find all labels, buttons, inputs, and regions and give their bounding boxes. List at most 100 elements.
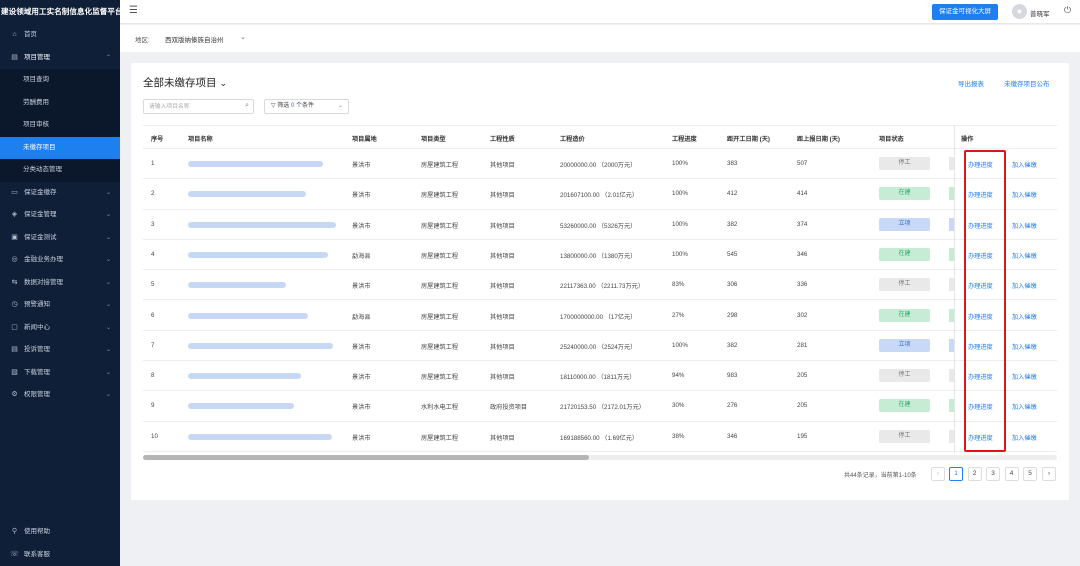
chevron-down-icon[interactable]: ⌄	[240, 33, 246, 41]
avatar[interactable]: ●	[1012, 4, 1027, 19]
main-card: 全部未缴存项目⌄ 导出报表 未缴存项目公布 ⌕ ▽ 筛选 0 个条件 ⌄ 序号项…	[131, 63, 1069, 500]
project-name-redacted[interactable]	[188, 342, 333, 349]
shield-icon: ◈	[11, 211, 18, 218]
add-urge-link[interactable]: 加入催缴	[1012, 312, 1037, 321]
days-since-report: 205	[797, 372, 808, 380]
region-select[interactable]: 西双版纳傣族自治州	[165, 34, 224, 44]
pagination-summary: 共44条记录，当前第1-10条	[844, 473, 917, 479]
sidebar-item-10[interactable]: ◎ 金融业务办理 ⌄	[0, 249, 120, 272]
sidebar-item-7[interactable]: ▭ 保证金缴存 ⌄	[0, 182, 120, 205]
project-cost: 20000000.00 （2000万元）	[560, 162, 637, 169]
project-region: 景洪市	[352, 343, 371, 351]
scrollbar-thumb[interactable]	[143, 455, 589, 460]
page-button[interactable]: 2	[967, 467, 982, 481]
row-index: 5	[151, 281, 155, 289]
project-progress: 100%	[672, 341, 688, 349]
add-urge-link[interactable]: 加入催缴	[1012, 251, 1037, 260]
sidebar-item-4[interactable]: 项目审核	[0, 114, 120, 137]
sidebar-item-3[interactable]: 劳酬费用	[0, 91, 120, 114]
table-row: 7 景洪市 房屋建筑工程 其他项目 25240000.00 （2524万元） 100% 38…	[143, 331, 1057, 362]
add-urge-link[interactable]: 加入催缴	[1012, 190, 1037, 199]
sidebar-item-label: 保证金测试	[24, 233, 57, 241]
power-icon[interactable]: ⏻	[1064, 5, 1071, 16]
publish-unpaid-link[interactable]: 未缴存项目公布	[1004, 78, 1050, 88]
add-urge-link[interactable]: 加入催缴	[1012, 160, 1037, 169]
prev-page-button[interactable]: ‹	[931, 467, 945, 481]
project-cost: 53260000.00 （5326万元）	[560, 222, 637, 230]
project-name-redacted[interactable]	[188, 312, 308, 319]
days-since-report: 195	[797, 432, 808, 440]
sidebar-item-label: 联系客服	[24, 550, 50, 558]
project-region: 景洪市	[352, 374, 371, 382]
sidebar-item-15[interactable]: ▧ 下载管理 ⌄	[0, 362, 120, 385]
add-urge-link[interactable]: 加入催缴	[1012, 342, 1037, 351]
sidebar-item-label: 项目管理	[24, 53, 50, 61]
page-title[interactable]: 全部未缴存项目 ⌄	[143, 75, 227, 90]
days-since-start: 545	[727, 250, 738, 258]
project-name-redacted[interactable]	[188, 373, 301, 380]
add-urge-link[interactable]: 加入催缴	[1012, 372, 1037, 381]
page-button[interactable]: 4	[1004, 467, 1019, 481]
add-urge-link[interactable]: 加入催缴	[1012, 281, 1037, 290]
days-since-start: 306	[727, 281, 738, 289]
sidebar-item-16[interactable]: ⚙ 权限管理 ⌄	[0, 384, 120, 407]
project-region: 景洪市	[352, 434, 371, 442]
menu-toggle-icon[interactable]: ☰	[129, 5, 138, 16]
days-since-start: 298	[727, 311, 738, 319]
sidebar-item-label: 新闻中心	[24, 323, 50, 331]
sidebar-item-2[interactable]: 项目查询	[0, 69, 120, 92]
chevron-down-icon: ⌄	[105, 212, 111, 218]
project-name-redacted[interactable]	[188, 251, 328, 258]
next-page-button[interactable]: ›	[1042, 467, 1056, 481]
project-progress: 38%	[672, 432, 685, 440]
column-header: 距开工日期 (天)	[727, 136, 770, 143]
sidebar-item-5[interactable]: 未缴存项目	[0, 136, 120, 159]
table-row: 2 景洪市 房屋建筑工程 其他项目 201607100.00 （2.01亿元） 100% 4…	[143, 179, 1057, 210]
project-name-redacted[interactable]	[188, 191, 306, 198]
sidebar-item-6[interactable]: 分类动态管理	[0, 159, 120, 182]
project-name-redacted[interactable]	[188, 403, 294, 410]
project-name-redacted[interactable]	[188, 161, 323, 167]
big-screen-button[interactable]: 保证金可视化大屏	[932, 4, 998, 20]
filter-dropdown[interactable]: ▽ 筛选 0 个条件 ⌄	[264, 99, 349, 114]
sidebar-bottom-item-1[interactable]: ☏ 联系客服	[0, 544, 120, 566]
chevron-down-icon: ⌄	[105, 234, 111, 241]
chevron-down-icon: ⌄	[105, 324, 111, 331]
sidebar-item-9[interactable]: ▣ 保证金测试 ⌄	[0, 227, 120, 250]
table-row: 1 景洪市 房屋建筑工程 其他项目 20000000.00 （2000万元） 100% 38…	[143, 149, 1057, 180]
project-name-redacted[interactable]	[188, 282, 286, 289]
project-name-redacted[interactable]	[188, 221, 336, 228]
search-input[interactable]	[144, 100, 234, 113]
horizontal-scrollbar[interactable]	[143, 455, 1057, 460]
sidebar-item-12[interactable]: ◷ 预警通知 ⌄	[0, 294, 120, 317]
download-icon: ▧	[11, 368, 18, 376]
project-type: 房屋建筑工程	[421, 192, 459, 200]
row-index: 7	[151, 341, 155, 349]
add-urge-link[interactable]: 加入催缴	[1012, 433, 1037, 442]
sidebar-item-8[interactable]: ◈ 保证金管理 ⌄	[0, 204, 120, 227]
sidebar-item-13[interactable]: ▢ 新闻中心 ⌄	[0, 317, 120, 340]
column-header: 工程造价	[560, 136, 585, 143]
sidebar: 建设领域用工实名制信息化监督平台 ⌂ 首页 ▤ 项目管理 ⌃ 项目查询 劳酬费用 项目审核 未缴…	[0, 0, 120, 566]
page-button[interactable]: 1	[949, 467, 963, 481]
project-region: 景洪市	[352, 162, 371, 169]
sidebar-item-11[interactable]: ⇆ 数据对接管理 ⌄	[0, 272, 120, 295]
add-urge-link[interactable]: 加入催缴	[1012, 221, 1037, 230]
add-urge-link[interactable]: 加入催缴	[1012, 402, 1037, 411]
project-cost: 22117363.00 （2211.73万元）	[560, 283, 645, 291]
project-name-redacted[interactable]	[188, 433, 332, 440]
fixed-column-divider	[954, 125, 955, 453]
search-icon[interactable]: ⌕	[245, 102, 249, 110]
project-type: 房屋建筑工程	[421, 374, 459, 382]
username[interactable]: 普晓军	[1030, 8, 1050, 18]
days-since-report: 346	[797, 250, 808, 258]
chevron-down-icon[interactable]: ⌄	[220, 78, 228, 88]
sidebar-item-0[interactable]: ⌂ 首页	[0, 24, 120, 47]
sidebar-item-14[interactable]: ▤ 投诉管理 ⌄	[0, 339, 120, 362]
page-button[interactable]: 3	[986, 467, 1000, 481]
sidebar-bottom-item-0[interactable]: ⚲ 使用帮助	[0, 521, 120, 544]
sidebar-item-1[interactable]: ▤ 项目管理 ⌃	[0, 47, 120, 70]
days-since-start: 382	[727, 341, 738, 349]
export-report-link[interactable]: 导出报表	[958, 78, 984, 88]
page-button[interactable]: 5	[1023, 467, 1037, 481]
